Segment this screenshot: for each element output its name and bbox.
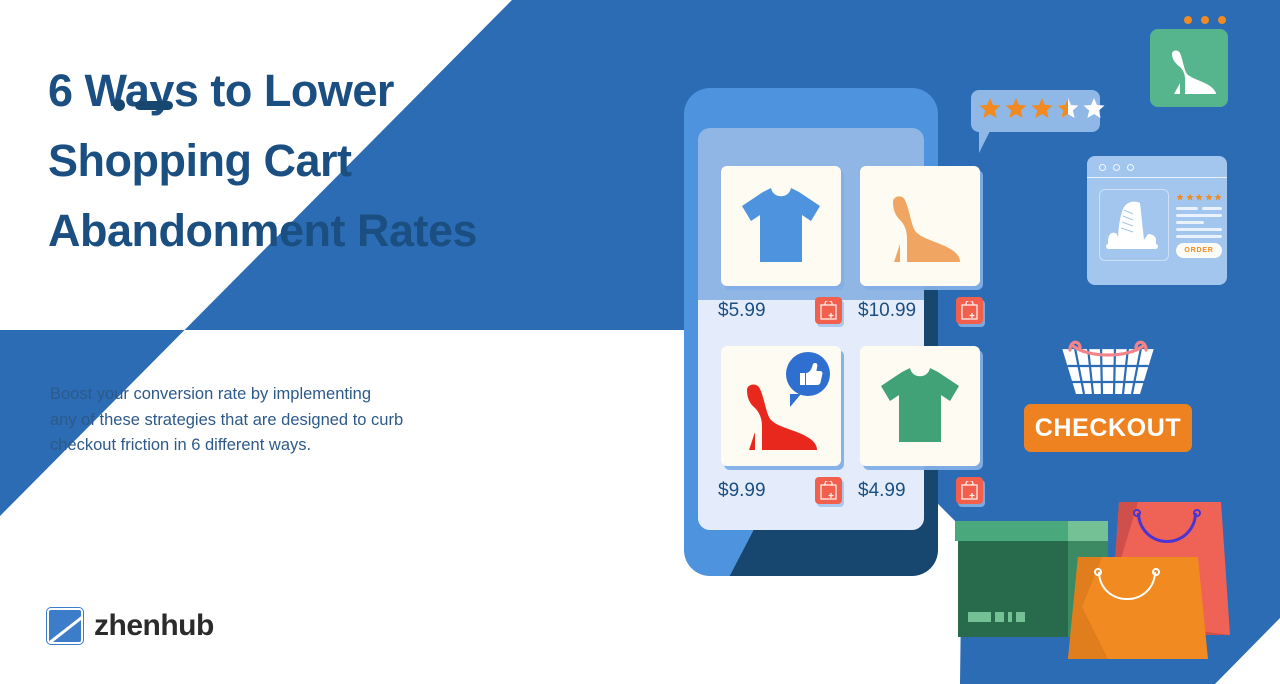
headline-line-1: 6 Ways to Lower: [48, 65, 394, 116]
thumbs-up-bubble-tail: [790, 394, 801, 407]
barcode-bar: [968, 612, 991, 622]
product-price: $9.99: [718, 480, 766, 501]
browser-titlebar: [1087, 156, 1227, 178]
order-button[interactable]: ORDER: [1176, 243, 1222, 258]
star-empty-icon: [1083, 98, 1105, 118]
product-image-frame: [1099, 189, 1169, 261]
bag-handle-knob: [1193, 509, 1201, 517]
browser-window-mockup: ORDER: [1087, 156, 1227, 285]
box-lid-side: [1068, 521, 1108, 541]
barcode-bar: [995, 612, 1004, 622]
product-price: $4.99: [858, 480, 906, 501]
bag-handle-knob: [1152, 568, 1160, 576]
dot: [1218, 16, 1226, 24]
subcopy-line-2: any of these strategies that are designe…: [50, 410, 404, 429]
product-price: $10.99: [858, 300, 917, 321]
shopping-basket-icon: [1058, 338, 1158, 398]
barcode-bar: [1016, 612, 1025, 622]
window-control-dot-icon: [1099, 164, 1106, 171]
headline-line-3: Abandonment Rates: [48, 205, 478, 257]
text-placeholder-line: [1202, 207, 1222, 210]
subcopy-line-1: Boost your conversion rate by implementi…: [50, 385, 371, 403]
basket-glyph: [1062, 340, 1154, 395]
three-dots-icon: [1184, 16, 1226, 24]
product-card[interactable]: [721, 166, 841, 286]
product-card[interactable]: [860, 166, 980, 286]
add-to-cart-icon[interactable]: [956, 477, 983, 504]
thumbs-up-icon: [786, 352, 830, 396]
text-placeholder-line: [1176, 207, 1198, 210]
phone-speaker-icon: [135, 101, 173, 110]
phone-camera-icon: [113, 99, 125, 111]
window-control-dot-icon: [1113, 164, 1120, 171]
star-full-icon: [1205, 193, 1212, 201]
rating-bubble-tail: [979, 131, 990, 153]
star-full-icon: [1195, 193, 1203, 201]
text-placeholder-line: [1176, 235, 1222, 238]
star-rating-icon: [978, 96, 1106, 120]
five-star-rating-icon: [1176, 193, 1222, 201]
add-to-cart-icon[interactable]: [815, 477, 842, 504]
dot: [1184, 16, 1192, 24]
star-full-icon: [1214, 193, 1222, 201]
brand-logo[interactable]: zhenhub: [47, 608, 214, 644]
zhenhub-square-logo-icon: [47, 608, 83, 644]
cart-bag-glyph: [961, 301, 978, 320]
page-title: 6 Ways to Lower Shopping Cart Abandonmen…: [48, 56, 648, 267]
text-placeholder-line: [1176, 214, 1222, 217]
tshirt-blue-icon: [742, 188, 820, 262]
product-card[interactable]: [860, 346, 980, 466]
star-full-icon: [979, 98, 1001, 118]
star-full-icon: [1031, 98, 1053, 118]
bag-handle-knob: [1133, 509, 1141, 517]
infographic-canvas: 6 Ways to Lower Shopping Cart Abandonmen…: [0, 0, 1280, 684]
page-subtitle: Boost your conversion rate by implementi…: [50, 382, 520, 459]
star-full-icon: [1186, 193, 1193, 201]
subcopy-line-3: checkout friction in 6 different ways.: [50, 436, 312, 455]
thumbs-up-glyph: [800, 363, 823, 385]
window-control-dot-icon: [1127, 164, 1134, 171]
cart-bag-glyph: [820, 301, 837, 320]
barcode-bar: [1008, 612, 1012, 622]
star-full-icon: [1176, 193, 1184, 201]
add-to-cart-icon[interactable]: [815, 297, 842, 324]
text-placeholder-line: [1176, 221, 1204, 224]
sneaker-icon: [1106, 201, 1158, 249]
cart-bag-glyph: [961, 481, 978, 500]
dot: [1201, 16, 1209, 24]
tshirt-green-icon: [881, 368, 959, 442]
star-half-icon: [1057, 98, 1079, 118]
white-high-heel-icon: [1172, 50, 1216, 94]
bag-handle-knob: [1094, 568, 1102, 576]
headline-line-2: Shopping Cart: [48, 135, 352, 187]
text-placeholder-line: [1176, 228, 1222, 231]
cart-bag-glyph: [820, 481, 837, 500]
logo-wordmark: zhenhub: [94, 609, 214, 642]
add-to-cart-icon[interactable]: [956, 297, 983, 324]
star-full-icon: [1005, 98, 1027, 118]
promo-shoe-card: [1150, 29, 1228, 107]
checkout-button[interactable]: CHECKOUT: [1024, 404, 1192, 452]
product-price: $5.99: [718, 300, 766, 321]
high-heel-orange-icon: [893, 196, 960, 262]
box-barcode-label: [968, 612, 1025, 622]
